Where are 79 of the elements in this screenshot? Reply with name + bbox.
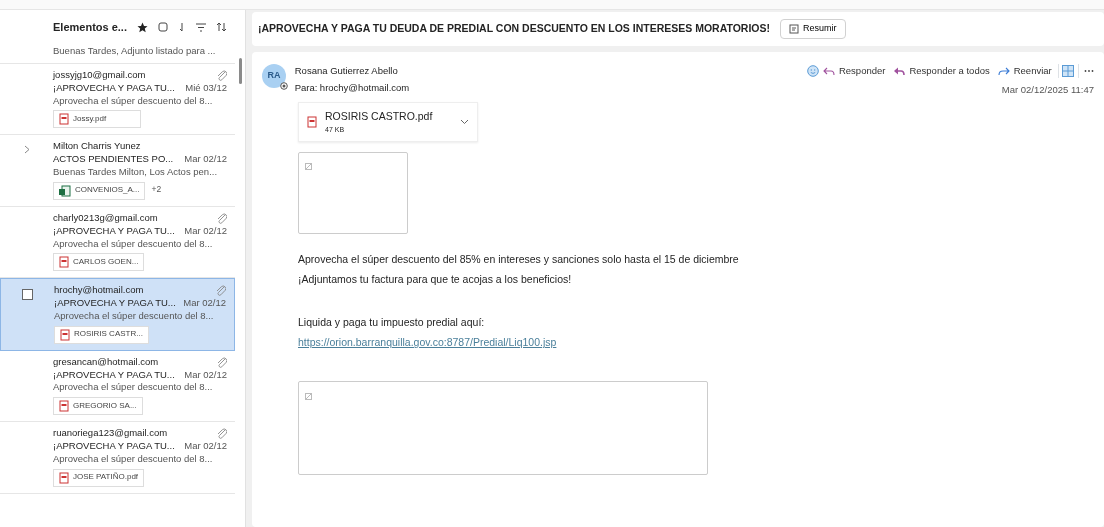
attachment-name: ROSIRIS CASTRO.pdf bbox=[325, 109, 434, 124]
message-item[interactable]: hrochy@hotmail.com ¡APROVECHA Y PAGA TU... Mar 02/12 Aprovecha el súper descuento del 8... ROSIRIS CASTR... bbox=[0, 278, 235, 351]
link[interactable]: https://orion.barranquilla.gov.co:8787/Predial/Liq100.jsp bbox=[298, 335, 557, 351]
message-preview: Aprovecha el súper descuento del 8... bbox=[53, 452, 214, 466]
message-date: Mar 02/12 bbox=[184, 368, 227, 382]
sender-name: Milton Charris Yunez bbox=[53, 140, 141, 154]
sender-name: charly0213g@gmail.com bbox=[53, 211, 158, 225]
message-subject: ¡APROVECHA Y PAGA TU... bbox=[53, 368, 175, 382]
attachment-chip[interactable]: GREGORIO SA... bbox=[53, 397, 143, 416]
square-icon[interactable] bbox=[158, 22, 168, 32]
pdf-file-icon bbox=[59, 400, 69, 413]
message-date: Mar 02/12 bbox=[184, 224, 227, 238]
expand-chevron-icon[interactable] bbox=[23, 145, 30, 155]
message-preview: Aprovecha el súper descuento del 8... bbox=[53, 237, 214, 251]
star-icon[interactable] bbox=[137, 21, 148, 33]
more-icon[interactable] bbox=[1084, 69, 1094, 74]
message-subject: ¡APROVECHA Y PAGA TU... bbox=[53, 440, 175, 453]
broken-image-icon bbox=[305, 392, 312, 400]
action-button[interactable]: Reenviar bbox=[993, 64, 1056, 79]
broken-image-icon bbox=[305, 163, 312, 171]
sender-name: gresancan@hotmail.com bbox=[53, 355, 159, 369]
avatar: RA bbox=[262, 64, 286, 88]
message-item[interactable]: Milton Charris Yunez ACTOS PENDIENTES PO... Mar 02/12 Buenas Tardes Milton, Los Actos pen... CONVENIOS_A... +2 bbox=[0, 135, 235, 207]
grid-view-icon[interactable] bbox=[1061, 65, 1074, 78]
scrollbar-thumb[interactable] bbox=[238, 58, 242, 84]
smiley-icon[interactable] bbox=[806, 65, 819, 78]
message-subject: ¡APROVECHA Y PAGA TU... bbox=[53, 81, 175, 95]
message-item[interactable]: jossyjg10@gmail.com ¡APROVECHA Y PAGA TU... Mié 03/12 Aprovecha el súper descuento del 8... Jossy.pdf bbox=[0, 64, 235, 136]
paragraph: Liquida y paga tu impuesto predial aquí: bbox=[298, 314, 486, 330]
message-preview: Aprovecha el súper descuento del 8... bbox=[53, 381, 214, 395]
attachment-chip[interactable]: CONVENIOS_A... bbox=[53, 181, 146, 200]
forward-icon bbox=[997, 66, 1010, 77]
reply-icon bbox=[822, 66, 835, 77]
chevron-down-icon[interactable] bbox=[460, 119, 469, 126]
message-preview: Aprovecha el súper descuento del 8... bbox=[53, 94, 214, 108]
summary-icon bbox=[789, 24, 800, 34]
message-date: Mar 02/12 bbox=[183, 297, 226, 310]
message-item[interactable]: ruanoriega123@gmail.com ¡APROVECHA Y PAGA TU... Mar 02/12 Aprovecha el súper descuento del 8... JOSE PATIÑO.pdf bbox=[0, 422, 235, 494]
email-subject: ¡APROVECHA Y PAGA TU DEUDA DE PREDIAL CON DESCUENTO EN LOS INTERESES MORATORIOS! bbox=[258, 21, 771, 37]
paragraph: ¡Adjuntamos tu factura para que te acojas a los beneficios! bbox=[298, 272, 573, 288]
action-button[interactable]: Responder bbox=[818, 64, 890, 79]
message-subject: ACTOS PENDIENTES PO... bbox=[53, 153, 174, 167]
message-date: Mar 02/12/2025 11:47 bbox=[1001, 83, 1094, 97]
spreadsheet-file-icon bbox=[59, 184, 71, 197]
attachment-chip[interactable]: ROSIRIS CASTR... bbox=[54, 325, 149, 344]
message-date: Mié 03/12 bbox=[185, 81, 227, 95]
message-date: Mar 02/12 bbox=[184, 153, 227, 167]
action-button[interactable]: Responder a todos bbox=[889, 64, 994, 79]
attachment-chip[interactable]: JOSE PATIÑO.pdf bbox=[53, 468, 145, 487]
paragraph: Aprovecha el súper descuento del 85% en intereses y sanciones solo hasta el 15 de diciembre bbox=[298, 251, 740, 267]
sender-name: ruanoriega123@gmail.com bbox=[53, 427, 168, 440]
sort-icon[interactable] bbox=[216, 22, 227, 32]
attachment-chip[interactable]: CARLOS GOEN... bbox=[53, 253, 145, 272]
status-icon bbox=[280, 82, 288, 90]
pdf-file-icon bbox=[59, 471, 69, 484]
pdf-file-icon bbox=[60, 328, 70, 341]
message-item[interactable]: gresancan@hotmail.com ¡APROVECHA Y PAGA TU... Mar 02/12 Aprovecha el súper descuento del 8... GREGORIO SA... bbox=[0, 350, 235, 423]
folder-title: Elementos e... bbox=[53, 19, 127, 35]
message-preview: Aprovecha el súper descuento del 8... bbox=[54, 309, 215, 323]
filter-icon[interactable] bbox=[196, 22, 206, 32]
message-preview: Buenas Tardes, Adjunto listado para ... bbox=[53, 45, 216, 56]
reply-all-icon bbox=[893, 66, 906, 77]
pdf-file-icon bbox=[59, 256, 69, 269]
sender-name: jossyjg10@gmail.com bbox=[53, 69, 146, 82]
message-subject: ¡APROVECHA Y PAGA TU... bbox=[54, 297, 176, 310]
to-label: Para: bbox=[294, 80, 318, 95]
attachment-count: +2 bbox=[151, 183, 162, 196]
recipient-address: hrochy@hotmail.com bbox=[319, 80, 410, 95]
down-arrow-icon[interactable] bbox=[178, 21, 186, 33]
sender-name: Rosana Gutierrez Abello bbox=[294, 64, 399, 78]
checkbox[interactable] bbox=[22, 289, 33, 301]
pdf-file-icon bbox=[59, 113, 69, 126]
summarize-button[interactable]: Resumir bbox=[780, 19, 846, 39]
message-preview: Buenas Tardes Milton, Los Actos pen... bbox=[53, 166, 219, 179]
sender-name: hrochy@hotmail.com bbox=[54, 284, 144, 298]
attachment-chip[interactable]: Jossy.pdf bbox=[53, 110, 141, 129]
message-date: Mar 02/12 bbox=[184, 440, 227, 453]
message-subject: ¡APROVECHA Y PAGA TU... bbox=[53, 224, 175, 238]
pdf-file-icon bbox=[307, 116, 317, 129]
